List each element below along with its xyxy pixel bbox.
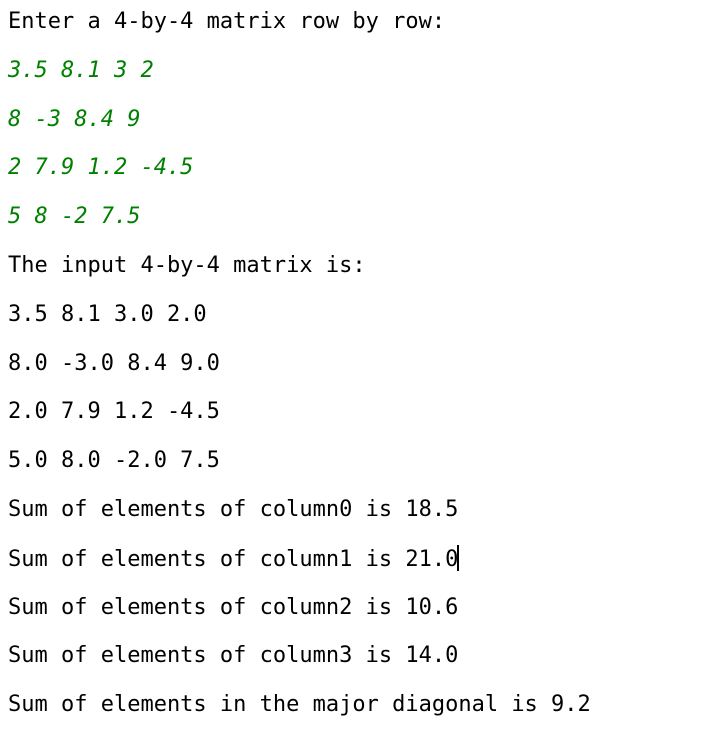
console-line-input-row-3: 2 7.9 1.2 -4.5	[8, 155, 194, 181]
console-line-column-sum-1: Sum of elements of column1 is 21.0	[8, 544, 716, 594]
console-line-column-sum-1-text: Sum of elements of column1 is 21.0	[8, 546, 459, 572]
console-line-diagonal-sum: Sum of elements in the major diagonal is…	[8, 692, 591, 718]
console-output[interactable]: Enter a 4-by-4 matrix row by row: 3.5 8.…	[8, 8, 716, 740]
text-cursor	[457, 544, 460, 571]
console-line-input-row-2: 8 -3 8.4 9	[8, 106, 141, 132]
console-line-column-sum-3: Sum of elements of column3 is 14.0	[8, 643, 459, 669]
console-line-column-sum-2: Sum of elements of column2 is 10.6	[8, 594, 459, 620]
console-line-matrix-row-1: 3.5 8.1 3.0 2.0	[8, 301, 207, 327]
console-line-input-row-4: 5 8 -2 7.5	[8, 204, 141, 230]
console-line-matrix-row-4: 5.0 8.0 -2.0 7.5	[8, 448, 220, 474]
console-line-matrix-row-2: 8.0 -3.0 8.4 9.0	[8, 350, 220, 376]
console-line-matrix-row-3: 2.0 7.9 1.2 -4.5	[8, 399, 220, 425]
console-line-prompt: Enter a 4-by-4 matrix row by row:	[8, 9, 446, 34]
console-line-input-row-1: 3.5 8.1 3 2	[8, 57, 154, 83]
console-line-matrix-heading: The input 4-by-4 matrix is:	[8, 252, 366, 278]
console-line-column-sum-0: Sum of elements of column0 is 18.5	[8, 496, 459, 522]
